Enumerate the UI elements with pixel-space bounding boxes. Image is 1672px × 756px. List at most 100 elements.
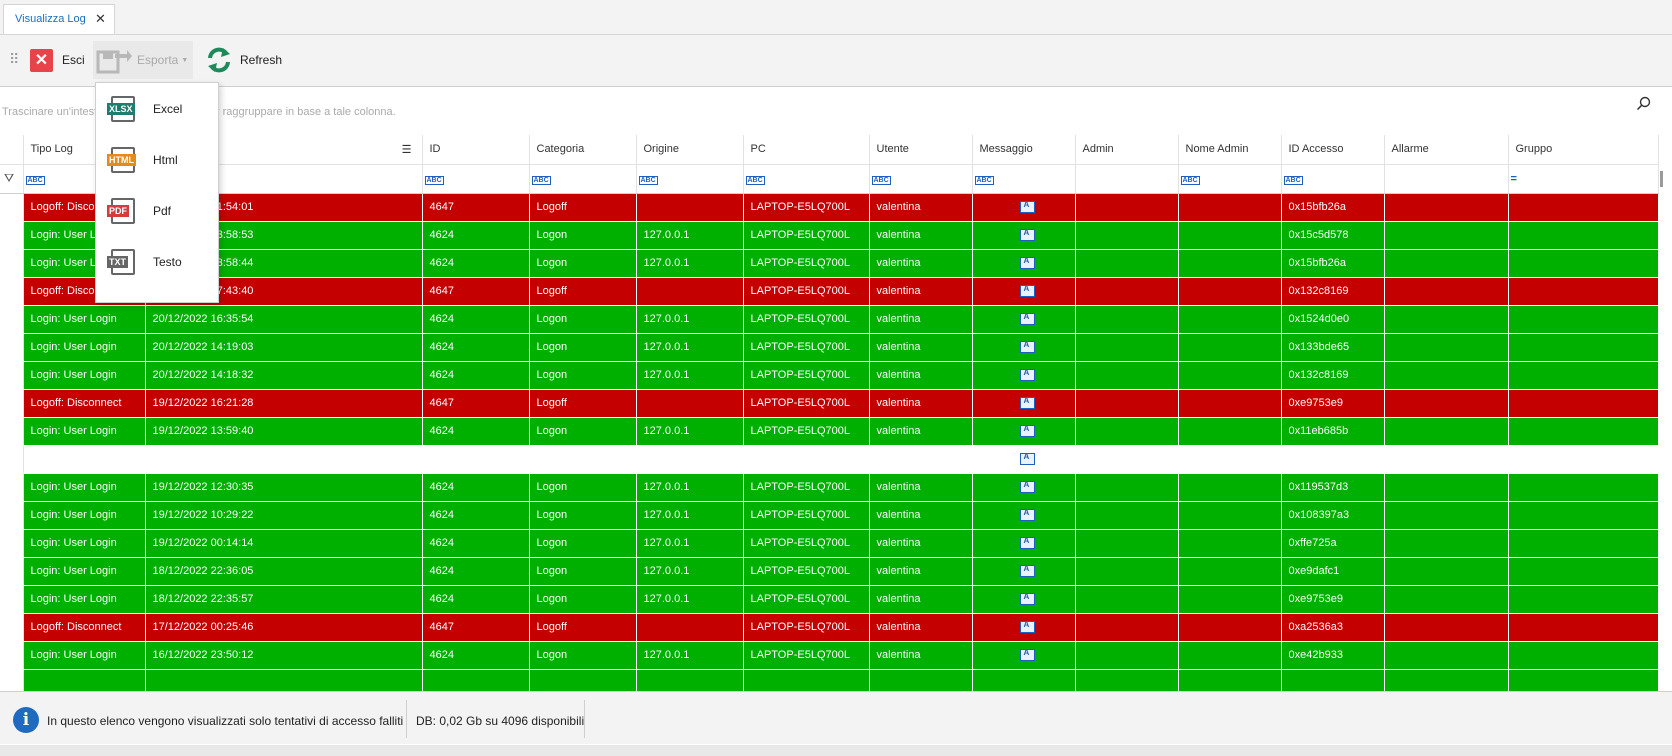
filter-icon[interactable]: ⛛	[0, 164, 24, 194]
cell-msg[interactable]	[972, 389, 1076, 418]
cell-admin[interactable]	[1075, 585, 1179, 614]
cell-tipo[interactable]: Login: User Login	[23, 585, 146, 614]
cell-id[interactable]: 4647	[422, 277, 530, 306]
row-indicator[interactable]	[0, 613, 24, 642]
cell-utente[interactable]: valentina	[869, 529, 973, 558]
cell-tipo[interactable]: Logoff: Disconnect	[23, 613, 146, 642]
cell-id[interactable]: 4624	[422, 333, 530, 362]
cell-categoria[interactable]: Logoff	[529, 277, 637, 306]
cell-allarme[interactable]	[1384, 389, 1509, 418]
cell-origine[interactable]	[636, 669, 744, 691]
cell-gruppo[interactable]	[1508, 417, 1659, 446]
cell-utente[interactable]: valentina	[869, 641, 973, 670]
cell-allarme[interactable]	[1384, 669, 1509, 691]
cell-nome-admin[interactable]	[1178, 249, 1282, 278]
cell-gruppo[interactable]	[1508, 641, 1659, 670]
table-row[interactable]: Login: User Login 19/12/2022 12:30:35 4624…	[0, 473, 1659, 502]
cell-id[interactable]: 4624	[422, 221, 530, 250]
cell-utente[interactable]: valentina	[869, 613, 973, 642]
cell-id[interactable]: 4624	[422, 557, 530, 586]
row-indicator[interactable]	[0, 277, 24, 306]
cell-origine[interactable]: 127.0.0.1	[636, 473, 744, 502]
cell-data[interactable]: 20/12/2022 14:19:03	[145, 333, 423, 362]
cell-data[interactable]: 19/12/2022 13:59:40	[145, 417, 423, 446]
cell-categoria[interactable]: Logoff	[529, 613, 637, 642]
cell-nome-admin[interactable]	[1178, 389, 1282, 418]
cell-nome-admin[interactable]	[1178, 501, 1282, 530]
cell-msg[interactable]	[972, 557, 1076, 586]
cell-id-accesso[interactable]: 0xffe725a	[1281, 529, 1385, 558]
row-indicator[interactable]	[0, 333, 24, 362]
table-row[interactable]: Login: User Login 20/12/2022 14:19:03 4624…	[0, 333, 1659, 362]
cell-admin[interactable]	[1075, 305, 1179, 334]
row-indicator[interactable]	[0, 221, 24, 250]
cell-categoria[interactable]: Logon	[529, 473, 637, 502]
cell-id-accesso[interactable]: 0x15bfb26a	[1281, 249, 1385, 278]
table-row[interactable]: Login: User Login 20/12/2022 16:35:54 4624…	[0, 305, 1659, 334]
cell-utente[interactable]: valentina	[869, 361, 973, 390]
drag-grip-icon[interactable]: ⠿	[9, 51, 19, 68]
cell-origine[interactable]	[636, 389, 744, 418]
cell-gruppo[interactable]	[1508, 501, 1659, 530]
cell-data[interactable]: 20/12/2022 16:35:54	[145, 305, 423, 334]
cell-msg[interactable]	[972, 613, 1076, 642]
cell-pc[interactable]: LAPTOP-E5LQ700L	[743, 333, 870, 362]
message-icon[interactable]	[1019, 340, 1035, 354]
filter-cell-utente[interactable]: ABC	[869, 164, 973, 194]
cell-categoria[interactable]: Logon	[529, 557, 637, 586]
cell-data[interactable]: 19/12/2022 12:30:35	[145, 473, 423, 502]
column-header-nome-admin[interactable]: Nome Admin	[1178, 135, 1282, 165]
cell-utente[interactable]: valentina	[869, 417, 973, 446]
cell-data[interactable]: 19/12/2022 12:30:54	[145, 445, 423, 474]
cell-data[interactable]: 20/12/2022 14:18:32	[145, 361, 423, 390]
row-indicator[interactable]	[0, 389, 24, 418]
filter-cell-gruppo[interactable]: =	[1508, 164, 1659, 194]
cell-categoria[interactable]: Logon	[529, 585, 637, 614]
cell-id[interactable]: 4624	[422, 473, 530, 502]
cell-tipo[interactable]	[23, 669, 146, 691]
cell-admin[interactable]	[1075, 613, 1179, 642]
cell-nome-admin[interactable]	[1178, 277, 1282, 306]
cell-categoria[interactable]	[529, 669, 637, 691]
cell-nome-admin[interactable]	[1178, 669, 1282, 691]
cell-allarme[interactable]	[1384, 249, 1509, 278]
cell-utente[interactable]: valentina	[869, 501, 973, 530]
cell-id-accesso[interactable]: 0xe9753e9	[1281, 389, 1385, 418]
row-indicator[interactable]	[0, 585, 24, 614]
cell-origine[interactable]: 127.0.0.1	[636, 333, 744, 362]
cell-allarme[interactable]	[1384, 473, 1509, 502]
cell-origine[interactable]: 127.0.0.1	[636, 501, 744, 530]
cell-origine[interactable]: 127.0.0.1	[636, 249, 744, 278]
cell-utente[interactable]: valentina	[869, 333, 973, 362]
cell-nome-admin[interactable]	[1178, 585, 1282, 614]
row-indicator[interactable]	[0, 193, 24, 222]
cell-origine[interactable]	[636, 445, 744, 474]
row-indicator[interactable]	[0, 445, 24, 474]
message-icon[interactable]	[1019, 312, 1035, 326]
cell-pc[interactable]: LAPTOP-E5LQ700L	[743, 389, 870, 418]
cell-data[interactable]: 18/12/2022 22:36:05	[145, 557, 423, 586]
cell-id-accesso[interactable]: 0x133bde65	[1281, 333, 1385, 362]
cell-utente[interactable]: valentina	[869, 557, 973, 586]
cell-id-accesso[interactable]: 0x1524d0e0	[1281, 305, 1385, 334]
cell-pc[interactable]: LAPTOP-E5LQ700L	[743, 417, 870, 446]
cell-nome-admin[interactable]	[1178, 641, 1282, 670]
cell-id-accesso[interactable]: 0xa2536a3	[1281, 613, 1385, 642]
cell-origine[interactable]: 127.0.0.1	[636, 585, 744, 614]
cell-origine[interactable]	[636, 277, 744, 306]
cell-categoria[interactable]: Logoff	[529, 193, 637, 222]
filter-cell-id[interactable]: ABC	[422, 164, 530, 194]
cell-allarme[interactable]	[1384, 417, 1509, 446]
cell-msg[interactable]	[972, 641, 1076, 670]
cell-nome-admin[interactable]	[1178, 333, 1282, 362]
table-row[interactable]	[0, 669, 1659, 691]
cell-gruppo[interactable]	[1508, 445, 1659, 474]
message-icon[interactable]	[1019, 368, 1035, 382]
cell-id-accesso[interactable]: 0x108397a3	[1281, 501, 1385, 530]
cell-id[interactable]: 4624	[422, 361, 530, 390]
cell-origine[interactable]: 127.0.0.1	[636, 417, 744, 446]
cell-utente[interactable]: valentina	[869, 277, 973, 306]
table-row[interactable]: Login: User Login20/12/2022 23:58:444624…	[0, 249, 1659, 278]
cell-id[interactable]: 4647	[422, 389, 530, 418]
table-row[interactable]: Login: User Login 19/12/2022 00:14:14 4624…	[0, 529, 1659, 558]
